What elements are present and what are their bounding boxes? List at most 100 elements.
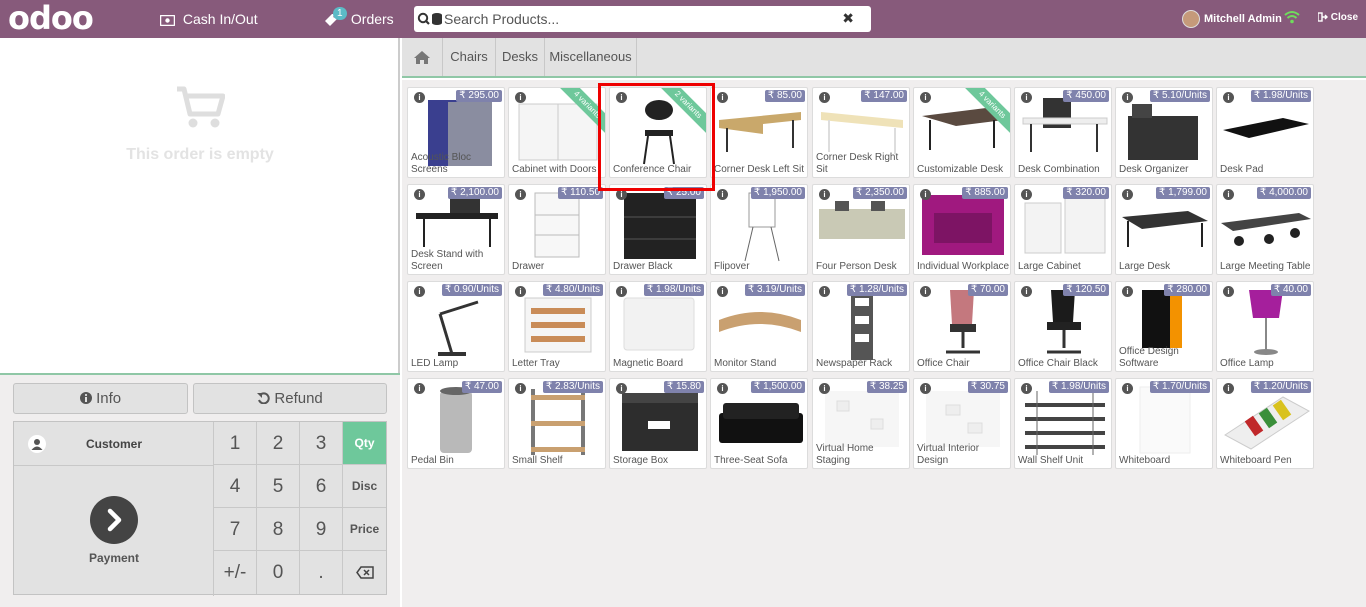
product-card[interactable]: i ₹ 1.98/Units Desk Pad [1216,87,1314,178]
product-card[interactable]: i ₹ 120.50 Office Chair Black [1014,281,1112,372]
customer-button[interactable]: Customer [14,422,214,466]
info-icon[interactable]: i [1122,92,1133,103]
info-icon[interactable]: i [1122,286,1133,297]
product-card[interactable]: i ₹ 3.19/Units Monitor Stand [710,281,808,372]
product-card[interactable]: i ₹ 5.10/Units Desk Organizer [1115,87,1213,178]
product-card[interactable]: i ₹ 320.00 Large Cabinet [1014,184,1112,275]
info-icon[interactable]: i [1223,189,1234,200]
info-icon[interactable]: i [414,92,425,103]
info-icon[interactable]: i [1021,286,1032,297]
product-card[interactable]: i ₹ 30.75 Virtual Interior Design [913,378,1011,469]
product-card[interactable]: i ₹ 70.00 Office Chair [913,281,1011,372]
refund-button[interactable]: Refund [193,383,387,414]
info-icon[interactable]: i [616,189,627,200]
info-icon[interactable]: i [414,383,425,394]
numpad-key-8[interactable]: 8 [257,508,300,551]
product-card[interactable]: i ₹ 40.00 Office Lamp [1216,281,1314,372]
numpad-key-6[interactable]: 6 [300,465,343,508]
info-icon[interactable]: i [819,189,830,200]
info-icon[interactable]: i [717,286,728,297]
info-icon[interactable]: i [1223,92,1234,103]
info-icon[interactable]: i [1122,383,1133,394]
product-card[interactable]: i ₹ 295.00 Acoustic Bloc Screens [407,87,505,178]
info-icon[interactable]: i [515,383,526,394]
info-icon[interactable]: i [515,189,526,200]
info-icon[interactable]: i [414,286,425,297]
clear-search-icon[interactable]: ✖ [842,10,854,27]
info-icon[interactable]: i [1223,286,1234,297]
product-card[interactable]: i ₹ 1.20/Units Whiteboard Pen [1216,378,1314,469]
product-card[interactable]: i ₹ 1,500.00 Three-Seat Sofa [710,378,808,469]
product-card[interactable]: i ₹ 47.00 Pedal Bin [407,378,505,469]
user-menu[interactable]: Mitchell Admin [1182,9,1282,29]
numpad-key-0[interactable]: 0 [257,551,300,594]
numpad-key-plus-minus[interactable]: +/- [214,551,257,594]
product-card[interactable]: i ₹ 280.00 Office Design Software [1115,281,1213,372]
numpad-key-3[interactable]: 3 [300,422,343,465]
product-card[interactable]: i ₹ 1.70/Units Whiteboard [1115,378,1213,469]
product-card[interactable]: i ₹ 110.50 Drawer [508,184,606,275]
numpad-key-4[interactable]: 4 [214,465,257,508]
info-icon[interactable]: i [1021,92,1032,103]
product-card[interactable]: i ₹ 1.98/Units Wall Shelf Unit [1014,378,1112,469]
product-card[interactable]: i ₹ 15.80 Storage Box [609,378,707,469]
product-card[interactable]: i ₹ 4.80/Units Letter Tray [508,281,606,372]
info-icon[interactable]: i [414,189,425,200]
mode-price-button[interactable]: Price [343,508,386,551]
close-button[interactable]: Close [1317,11,1358,25]
info-icon[interactable]: i [920,286,931,297]
info-icon[interactable]: i [1122,189,1133,200]
info-icon[interactable]: i [515,286,526,297]
mode-qty-button[interactable]: Qty [343,422,386,465]
product-card[interactable]: i ₹ 2.83/Units Small Shelf [508,378,606,469]
info-icon[interactable]: i [616,383,627,394]
category-chairs[interactable]: Chairs [443,38,496,76]
info-icon[interactable]: i [1021,189,1032,200]
info-icon[interactable]: i [515,92,526,103]
info-icon[interactable]: i [920,189,931,200]
numpad-key-1[interactable]: 1 [214,422,257,465]
product-card[interactable]: i4 variants Customizable Desk [913,87,1011,178]
info-icon[interactable]: i [717,92,728,103]
numpad-key-7[interactable]: 7 [214,508,257,551]
category-desks[interactable]: Desks [496,38,545,76]
info-icon[interactable]: i [920,383,931,394]
product-card[interactable]: i ₹ 85.00 Corner Desk Left Sit [710,87,808,178]
product-card[interactable]: i ₹ 450.00 Desk Combination [1014,87,1112,178]
info-button[interactable]: Info [13,383,188,414]
category-miscellaneous[interactable]: Miscellaneous [545,38,637,76]
orders-button[interactable]: 1 Orders [323,0,394,38]
product-card[interactable]: i ₹ 1.98/Units Magnetic Board [609,281,707,372]
numpad-key-5[interactable]: 5 [257,465,300,508]
info-icon[interactable]: i [920,92,931,103]
info-icon[interactable]: i [1223,383,1234,394]
product-card[interactable]: i ₹ 1,799.00 Large Desk [1115,184,1213,275]
info-icon[interactable]: i [819,286,830,297]
product-card[interactable]: i2 variants Conference Chair [609,87,707,178]
numpad-key-2[interactable]: 2 [257,422,300,465]
info-icon[interactable]: i [717,189,728,200]
info-icon[interactable]: i [616,92,627,103]
product-card[interactable]: i ₹ 1.28/Units Newspaper Rack [812,281,910,372]
product-card[interactable]: i ₹ 4,000.00 Large Meeting Table [1216,184,1314,275]
product-card[interactable]: i ₹ 0.90/Units LED Lamp [407,281,505,372]
product-card[interactable]: i ₹ 2,100.00 Desk Stand with Screen [407,184,505,275]
product-card[interactable]: i ₹ 2,350.00 Four Person Desk [812,184,910,275]
info-icon[interactable]: i [1021,383,1032,394]
cash-in-out-button[interactable]: Cash In/Out [159,0,258,38]
product-card[interactable]: i ₹ 147.00 Corner Desk Right Sit [812,87,910,178]
mode-disc-button[interactable]: Disc [343,465,386,508]
payment-button[interactable]: Payment [14,466,214,596]
numpad-key-decimal[interactable]: . [300,551,343,594]
numpad-key-9[interactable]: 9 [300,508,343,551]
info-icon[interactable]: i [819,383,830,394]
info-icon[interactable]: i [819,92,830,103]
product-card[interactable]: i ₹ 25.00 Drawer Black [609,184,707,275]
product-card[interactable]: i ₹ 1,950.00 Flipover [710,184,808,275]
home-category-button[interactable] [402,38,443,76]
product-card[interactable]: i ₹ 38.25 Virtual Home Staging [812,378,910,469]
info-icon[interactable]: i [616,286,627,297]
product-card[interactable]: i ₹ 885.00 Individual Workplace [913,184,1011,275]
search-input[interactable] [444,6,834,32]
info-icon[interactable]: i [717,383,728,394]
